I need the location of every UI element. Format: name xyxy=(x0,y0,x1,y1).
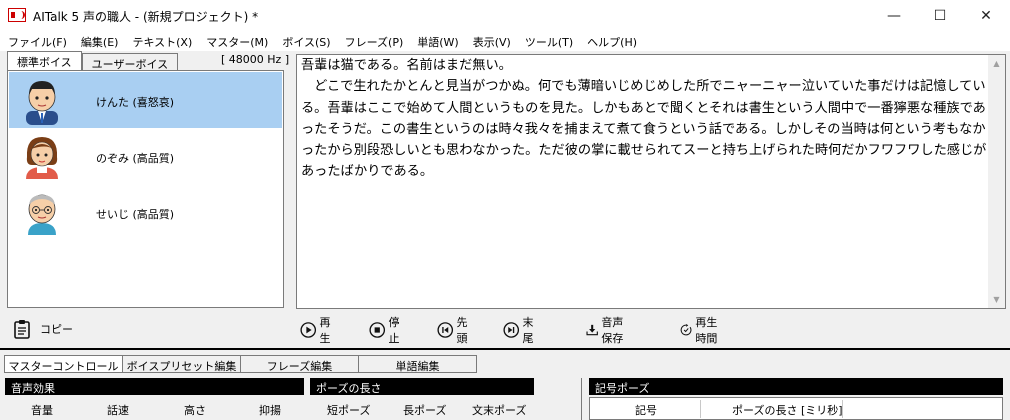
tab-standard-voice[interactable]: 標準ボイス xyxy=(7,51,82,71)
voice-item-nozomi[interactable]: のぞみ (高品質) xyxy=(9,128,282,184)
menu-tools[interactable]: ツール(T) xyxy=(518,31,580,51)
download-icon xyxy=(586,324,598,336)
param-sentence-pause-label: 文末ポーズ xyxy=(472,404,527,417)
menu-text[interactable]: テキスト(X) xyxy=(125,31,199,51)
param-pitch-label: 高さ xyxy=(184,404,206,417)
play-label: 再生 xyxy=(319,316,331,345)
section-symbol-pause: 記号ポーズ xyxy=(589,378,1003,395)
skip-last-button[interactable]: 末尾 xyxy=(503,316,539,345)
play-icon xyxy=(300,322,317,338)
maximize-button[interactable]: ☐ xyxy=(917,0,963,31)
window-title: AITalk 5 声の職人 - (新規プロジェクト) * xyxy=(33,10,259,24)
symbol-pause-table[interactable]: 記号 ポーズの長さ [ミリ秒] xyxy=(589,397,1003,420)
voice-list: けんた (喜怒哀) のぞみ (高品質) せいじ (高品質) xyxy=(7,70,284,308)
clock-icon xyxy=(680,323,692,336)
skip-first-label: 先頭 xyxy=(456,316,468,345)
minimize-icon: — xyxy=(887,7,901,24)
param-long-pause-label: 長ポーズ xyxy=(403,404,447,417)
male-avatar-icon xyxy=(26,81,58,125)
param-intonation-label: 抑揚 xyxy=(259,404,281,417)
column-divider xyxy=(842,400,843,418)
playback-time-button[interactable]: 再生時間 xyxy=(680,316,718,345)
menu-phrase[interactable]: フレーズ(P) xyxy=(338,31,411,51)
close-icon: ✕ xyxy=(980,7,992,24)
clipboard-icon xyxy=(14,320,30,339)
menu-help[interactable]: ヘルプ(H) xyxy=(580,31,644,51)
voice-item-kenta[interactable]: けんた (喜怒哀) xyxy=(9,72,282,128)
tab-phrase-edit[interactable]: フレーズ編集 xyxy=(240,355,359,373)
title-bar: AITalk 5 声の職人 - (新規プロジェクト) * — ☐ ✕ xyxy=(0,0,1010,31)
sample-rate-label: [ 48000 Hz ] xyxy=(221,53,290,66)
param-volume-label: 音量 xyxy=(31,404,53,417)
menu-view[interactable]: 表示(V) xyxy=(466,31,518,51)
voice-name: けんた (喜怒哀) xyxy=(96,96,175,109)
app-speaker-icon xyxy=(8,8,26,22)
pane-divider[interactable] xyxy=(0,348,1010,350)
voice-tabs: 標準ボイス ユーザーボイス xyxy=(7,51,179,71)
stop-button[interactable]: 停止 xyxy=(369,316,405,345)
section-voice-effects: 音声効果 xyxy=(5,378,304,395)
tab-master-control[interactable]: マスターコントロール xyxy=(4,355,123,373)
voice-item-seiji[interactable]: せいじ (高品質) xyxy=(9,184,282,240)
female-avatar-icon xyxy=(26,137,58,179)
tab-user-voice[interactable]: ユーザーボイス xyxy=(81,53,179,71)
save-audio-button[interactable]: 音声保存 xyxy=(586,316,624,345)
param-speed-label: 話速 xyxy=(107,404,129,417)
menu-edit[interactable]: 編集(E) xyxy=(74,31,126,51)
playback-time-label: 再生時間 xyxy=(695,316,718,345)
skip-back-icon xyxy=(437,322,454,338)
skip-last-label: 末尾 xyxy=(522,316,534,345)
menu-word[interactable]: 単語(W) xyxy=(410,31,465,51)
menu-bar: ファイル(F) 編集(E) テキスト(X) マスター(M) ボイス(S) フレー… xyxy=(0,31,1010,51)
editor-content[interactable]: 吾輩は猫である。名前はまだ無い。 どこで生れたかとんと見当がつかぬ。何でも薄暗い… xyxy=(301,55,991,183)
save-audio-label: 音声保存 xyxy=(601,316,624,345)
close-button[interactable]: ✕ xyxy=(963,0,1009,31)
column-header-symbol[interactable]: 記号 xyxy=(635,402,657,418)
param-short-pause-label: 短ポーズ xyxy=(327,404,371,417)
maximize-icon: ☐ xyxy=(933,7,947,24)
scroll-down-icon[interactable]: ▼ xyxy=(988,291,1005,308)
menu-file[interactable]: ファイル(F) xyxy=(0,31,74,51)
menu-master[interactable]: マスター(M) xyxy=(199,31,275,51)
scroll-up-icon[interactable]: ▲ xyxy=(988,55,1005,72)
skip-forward-icon xyxy=(503,322,520,338)
vertical-scrollbar[interactable]: ▲ ▼ xyxy=(988,55,1005,308)
minimize-button[interactable]: — xyxy=(871,0,917,31)
voice-name: せいじ (高品質) xyxy=(96,208,175,221)
stop-label: 停止 xyxy=(388,316,400,345)
section-pause-length: ポーズの長さ xyxy=(310,378,534,395)
column-header-pause-length[interactable]: ポーズの長さ [ミリ秒] xyxy=(732,402,843,418)
copy-button[interactable]: コピー xyxy=(12,318,73,340)
stop-icon xyxy=(369,322,386,338)
menu-voice[interactable]: ボイス(S) xyxy=(275,31,337,51)
section-separator xyxy=(581,378,582,420)
elderly-avatar-icon xyxy=(28,194,56,235)
column-divider xyxy=(700,400,701,418)
bottom-tabs: マスターコントロール ボイスプリセット編集 フレーズ編集 単語編集 xyxy=(4,355,477,373)
play-button[interactable]: 再生 xyxy=(300,316,336,345)
text-editor[interactable]: 吾輩は猫である。名前はまだ無い。 どこで生れたかとんと見当がつかぬ。何でも薄暗い… xyxy=(296,54,1006,309)
tab-word-edit[interactable]: 単語編集 xyxy=(358,355,477,373)
skip-first-button[interactable]: 先頭 xyxy=(437,316,473,345)
tab-voice-preset[interactable]: ボイスプリセット編集 xyxy=(122,355,241,373)
voice-name: のぞみ (高品質) xyxy=(96,152,175,165)
copy-label: コピー xyxy=(40,323,73,336)
